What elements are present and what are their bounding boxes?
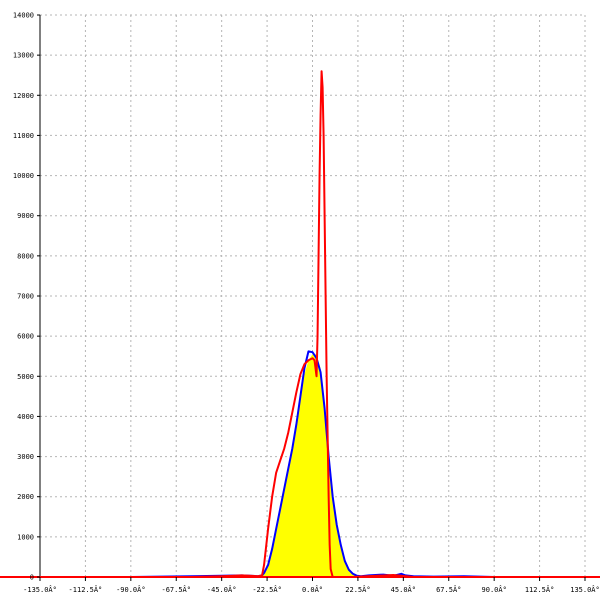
x-tick-label: 22.5Â° (345, 585, 370, 594)
x-tick-label: 0.0Â° (302, 585, 323, 594)
y-tick-label: 10000 (13, 172, 34, 180)
y-tick-label: 9000 (17, 212, 34, 220)
x-tick-label: -135.0Â° (23, 585, 57, 594)
x-tick-label: -112.5Â° (69, 585, 103, 594)
y-tick-label: 3000 (17, 453, 34, 461)
y-tick-label: 2000 (17, 493, 34, 501)
y-tick-label: 5000 (17, 373, 34, 381)
series-layer (40, 70, 585, 578)
y-tick-label: 8000 (17, 252, 34, 260)
y-tick-label: 7000 (17, 293, 34, 301)
x-tick-label: 112.5Â° (525, 585, 555, 594)
y-tick-label: 4000 (17, 413, 34, 421)
x-tick-label: -22.5Â° (252, 585, 282, 594)
x-tick-label: 45.0Â° (391, 585, 416, 594)
x-tick-label: 90.0Â° (482, 585, 507, 594)
y-tick-label: 12000 (13, 92, 34, 100)
x-tick-label: -67.5Â° (161, 585, 191, 594)
y-tick-label: 1000 (17, 533, 34, 541)
x-tick-label: -90.0Â° (116, 585, 146, 594)
y-tick-label: 0 (30, 574, 34, 582)
x-tick-label: -45.0Â° (207, 585, 237, 594)
y-tick-label: 13000 (13, 52, 34, 60)
chart: 0 1000 2000 3000 4000 5000 6000 7000 8000 9000 100… (0, 12, 600, 594)
x-tick-label: 135.0Â° (570, 585, 600, 594)
y-tick-label: 11000 (13, 132, 34, 140)
y-tick-label: 14000 (13, 12, 34, 20)
y-tick-label: 6000 (17, 333, 34, 341)
x-tick-label: 67.5Â° (436, 585, 461, 594)
